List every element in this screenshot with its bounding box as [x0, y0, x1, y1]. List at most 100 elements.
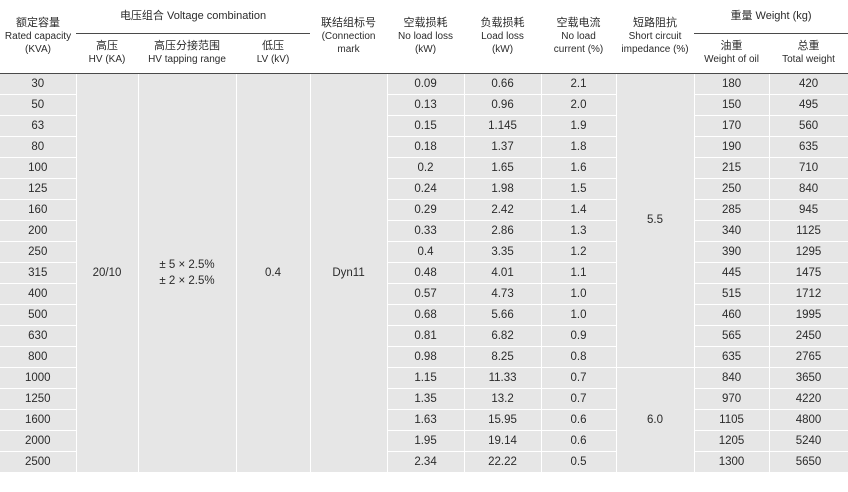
cell-weight-of-oil: 460: [694, 304, 770, 326]
cell-no-load-current: 1.5: [541, 178, 617, 200]
cell-no-load-current: 1.0: [541, 283, 617, 305]
cell-hv-tapping-merged: ± 5 × 2.5% ± 2 × 2.5%: [138, 73, 237, 473]
cell-rated-capacity: 63: [0, 115, 77, 137]
cell-load-loss: 13.2: [464, 388, 542, 410]
cell-load-loss: 1.98: [464, 178, 542, 200]
cell-load-loss: 6.82: [464, 325, 542, 347]
cell-load-loss: 1.145: [464, 115, 542, 137]
cell-weight-of-oil: 565: [694, 325, 770, 347]
cell-weight-of-oil: 250: [694, 178, 770, 200]
cell-rated-capacity: 2000: [0, 430, 77, 452]
cell-no-load-loss: 1.35: [387, 388, 465, 410]
cell-no-load-current: 1.0: [541, 304, 617, 326]
cell-no-load-loss: 0.24: [387, 178, 465, 200]
transformer-spec-table: 额定容量 Rated capacity (KVA) 电压组合 Voltage c…: [0, 0, 848, 473]
cell-no-load-loss: 0.13: [387, 94, 465, 116]
cell-load-loss: 19.14: [464, 430, 542, 452]
cell-total-weight: 1712: [769, 283, 848, 305]
cell-no-load-current: 1.2: [541, 241, 617, 263]
cell-total-weight: 4220: [769, 388, 848, 410]
cell-no-load-current: 1.4: [541, 199, 617, 221]
cell-total-weight: 495: [769, 94, 848, 116]
cell-load-loss: 15.95: [464, 409, 542, 431]
cell-no-load-loss: 0.48: [387, 262, 465, 284]
cell-rated-capacity: 125: [0, 178, 77, 200]
cell-rated-capacity: 160: [0, 199, 77, 221]
cell-weight-of-oil: 285: [694, 199, 770, 221]
cell-impedance-merged-b: 6.0: [616, 367, 695, 473]
cell-load-loss: 22.22: [464, 451, 542, 473]
cell-no-load-loss: 0.09: [387, 73, 465, 95]
cell-load-loss: 1.37: [464, 136, 542, 158]
cell-rated-capacity: 1000: [0, 367, 77, 389]
cell-rated-capacity: 100: [0, 157, 77, 179]
cell-total-weight: 420: [769, 73, 848, 95]
cell-lv-merged: 0.4: [236, 73, 311, 473]
header-rated-capacity: 额定容量 Rated capacity (KVA): [0, 0, 76, 74]
cell-load-loss: 0.66: [464, 73, 542, 95]
spec-table-body: 30 20/10 ± 5 × 2.5% ± 2 × 2.5% 0.4 Dyn11 0.09 0…: [0, 73, 848, 473]
cell-load-loss: 5.66: [464, 304, 542, 326]
cell-no-load-loss: 0.81: [387, 325, 465, 347]
cell-no-load-loss: 2.34: [387, 451, 465, 473]
cell-rated-capacity: 50: [0, 94, 77, 116]
cell-rated-capacity: 200: [0, 220, 77, 242]
cell-weight-of-oil: 170: [694, 115, 770, 137]
cell-connection-merged: Dyn11: [310, 73, 388, 473]
cell-impedance-merged-a: 5.5: [616, 73, 695, 368]
cell-no-load-loss: 1.95: [387, 430, 465, 452]
cell-total-weight: 2765: [769, 346, 848, 368]
cell-no-load-loss: 0.15: [387, 115, 465, 137]
cell-total-weight: 5650: [769, 451, 848, 473]
cell-weight-of-oil: 340: [694, 220, 770, 242]
cell-no-load-current: 1.8: [541, 136, 617, 158]
cell-rated-capacity: 30: [0, 73, 77, 95]
header-hv: 高压 HV (KA): [76, 33, 138, 74]
cell-weight-of-oil: 515: [694, 283, 770, 305]
cell-load-loss: 8.25: [464, 346, 542, 368]
cell-no-load-current: 1.6: [541, 157, 617, 179]
cell-weight-of-oil: 190: [694, 136, 770, 158]
cell-no-load-loss: 0.57: [387, 283, 465, 305]
cell-rated-capacity: 800: [0, 346, 77, 368]
header-weight-of-oil: 油重 Weight of oil: [694, 33, 770, 74]
cell-rated-capacity: 500: [0, 304, 77, 326]
cell-rated-capacity: 315: [0, 262, 77, 284]
cell-no-load-loss: 1.63: [387, 409, 465, 431]
cell-no-load-loss: 0.29: [387, 199, 465, 221]
cell-rated-capacity: 1250: [0, 388, 77, 410]
cell-total-weight: 635: [769, 136, 848, 158]
cell-no-load-current: 2.1: [541, 73, 617, 95]
cell-no-load-loss: 0.18: [387, 136, 465, 158]
cell-weight-of-oil: 215: [694, 157, 770, 179]
cell-no-load-current: 1.9: [541, 115, 617, 137]
cell-weight-of-oil: 390: [694, 241, 770, 263]
cell-no-load-loss: 0.98: [387, 346, 465, 368]
cell-hv-merged: 20/10: [76, 73, 139, 473]
cell-load-loss: 11.33: [464, 367, 542, 389]
cell-rated-capacity: 400: [0, 283, 77, 305]
cell-weight-of-oil: 635: [694, 346, 770, 368]
cell-no-load-current: 2.0: [541, 94, 617, 116]
cell-weight-of-oil: 970: [694, 388, 770, 410]
cell-load-loss: 1.65: [464, 157, 542, 179]
cell-total-weight: 5240: [769, 430, 848, 452]
cell-rated-capacity: 1600: [0, 409, 77, 431]
header-no-load-loss: 空载损耗 No load loss (kW): [387, 0, 465, 74]
cell-weight-of-oil: 150: [694, 94, 770, 116]
cell-no-load-current: 1.3: [541, 220, 617, 242]
cell-no-load-loss: 1.15: [387, 367, 465, 389]
cell-no-load-current: 1.1: [541, 262, 617, 284]
cell-weight-of-oil: 1105: [694, 409, 770, 431]
cell-no-load-current: 0.5: [541, 451, 617, 473]
header-weight: 重量 Weight (kg): [694, 0, 848, 34]
cell-load-loss: 4.73: [464, 283, 542, 305]
cell-total-weight: 945: [769, 199, 848, 221]
table-row: 30 20/10 ± 5 × 2.5% ± 2 × 2.5% 0.4 Dyn11 0.09 0…: [0, 73, 848, 473]
cell-no-load-current: 0.8: [541, 346, 617, 368]
header-connection-mark: 联结组标号 (Connection mark: [310, 0, 388, 74]
header-total-weight: 总重 Total weight: [769, 33, 848, 74]
cell-no-load-loss: 0.2: [387, 157, 465, 179]
cell-total-weight: 2450: [769, 325, 848, 347]
cell-load-loss: 4.01: [464, 262, 542, 284]
